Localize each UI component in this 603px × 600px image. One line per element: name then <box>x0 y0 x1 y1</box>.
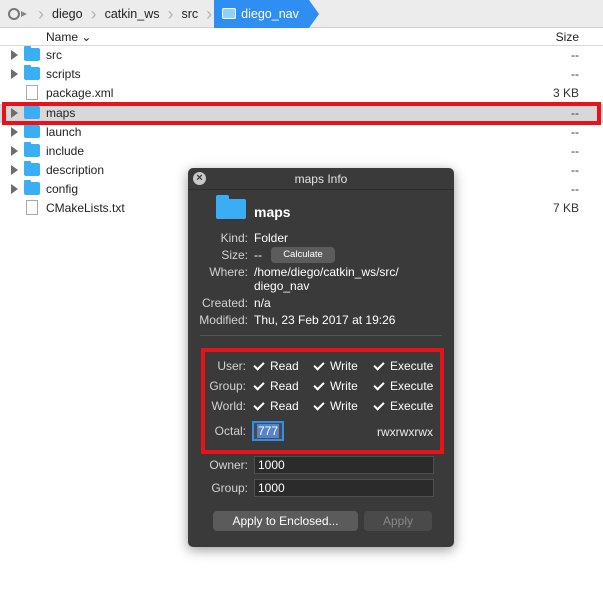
file-size: -- <box>571 67 579 81</box>
size-value: -- <box>254 248 262 262</box>
folder-icon <box>24 142 40 157</box>
folder-icon <box>24 180 40 195</box>
file-name: config <box>46 182 79 196</box>
apply-to-enclosed-button[interactable]: Apply to Enclosed... <box>213 511 358 531</box>
folder-icon <box>24 161 40 176</box>
file-name: src <box>46 48 62 62</box>
annotation-highlight <box>2 102 601 125</box>
list-item[interactable]: launch -- <box>0 123 603 142</box>
crumb-diego[interactable]: diego <box>46 0 89 28</box>
file-size: 7 KB <box>552 201 579 215</box>
file-size: -- <box>571 182 579 196</box>
owner-field[interactable]: 1000 <box>254 456 434 474</box>
file-name: CMakeLists.txt <box>46 201 125 215</box>
chevron-down-icon: ⌄ <box>81 30 92 44</box>
disclosure-triangle-icon[interactable] <box>11 69 18 79</box>
divider <box>200 335 442 336</box>
crumb-catkin-ws[interactable]: catkin_ws <box>99 0 166 28</box>
disclosure-triangle-icon[interactable] <box>11 127 18 137</box>
column-header: Name ⌄ Size <box>0 28 603 46</box>
folder-icon <box>24 123 40 138</box>
disclosure-triangle-icon[interactable] <box>11 165 18 175</box>
list-item[interactable]: src -- <box>0 46 603 65</box>
list-item[interactable]: package.xml 3 KB <box>0 84 603 103</box>
close-icon[interactable]: × <box>193 172 206 185</box>
disclosure-triangle-icon[interactable] <box>11 146 18 156</box>
apply-button[interactable]: Apply <box>364 511 432 531</box>
disclosure-triangle-icon[interactable] <box>11 50 18 60</box>
size-label: Size: <box>221 248 248 262</box>
crumb-separator: › <box>90 3 97 24</box>
folder-icon <box>24 65 40 80</box>
crumb-current-label: diego_nav <box>241 6 299 21</box>
folder-icon <box>216 195 246 219</box>
modified-label: Modified: <box>199 313 248 327</box>
file-size: -- <box>571 163 579 177</box>
panel-title: maps Info <box>188 168 454 190</box>
list-item[interactable]: include -- <box>0 142 603 161</box>
created-value: n/a <box>254 296 271 310</box>
file-name: include <box>46 144 85 158</box>
owner-label: Owner: <box>209 458 248 472</box>
file-name: package.xml <box>46 86 114 100</box>
file-name: description <box>46 163 105 177</box>
created-label: Created: <box>201 296 248 310</box>
crumb-separator: › <box>206 3 213 24</box>
item-name: maps <box>254 204 291 220</box>
folder-icon <box>24 46 40 61</box>
where-value-line2: diego_nav <box>254 279 310 293</box>
group-label: Group: <box>211 481 248 495</box>
octal-string: rwxrwxrwx <box>377 425 433 439</box>
drive-icon <box>8 7 27 20</box>
group-field[interactable]: 1000 <box>254 479 434 497</box>
disclosure-triangle-icon[interactable] <box>11 184 18 194</box>
file-size: -- <box>571 125 579 139</box>
file-size: -- <box>571 48 579 62</box>
file-size: -- <box>571 144 579 158</box>
name-column-header[interactable]: Name ⌄ <box>46 30 91 44</box>
path-bar: › diego › catkin_ws › src › diego_nav <box>0 0 603 28</box>
file-size: 3 KB <box>552 86 579 100</box>
file-icon <box>26 200 38 215</box>
kind-value: Folder <box>254 231 289 245</box>
file-name: scripts <box>46 67 81 81</box>
where-label: Where: <box>209 265 248 279</box>
file-name: launch <box>46 125 82 139</box>
where-value-line1: /home/diego/catkin_ws/src/ <box>254 265 399 279</box>
file-icon <box>26 85 38 100</box>
crumb-src[interactable]: src <box>175 0 204 28</box>
size-column-header[interactable]: Size <box>556 30 579 44</box>
octal-input[interactable]: 777 <box>252 421 284 441</box>
folder-icon <box>222 8 237 19</box>
crumb-separator: › <box>38 3 44 24</box>
modified-value: Thu, 23 Feb 2017 at 19:26 <box>254 313 396 327</box>
calculate-button[interactable]: Calculate <box>271 247 335 263</box>
info-panel: maps Info × maps Kind: Folder Size: -- C… <box>188 168 454 547</box>
root-crumb[interactable] <box>0 0 36 28</box>
crumb-separator: › <box>167 3 174 24</box>
crumb-current[interactable]: diego_nav <box>214 0 319 28</box>
list-item[interactable]: scripts -- <box>0 65 603 84</box>
kind-label: Kind: <box>220 231 248 245</box>
